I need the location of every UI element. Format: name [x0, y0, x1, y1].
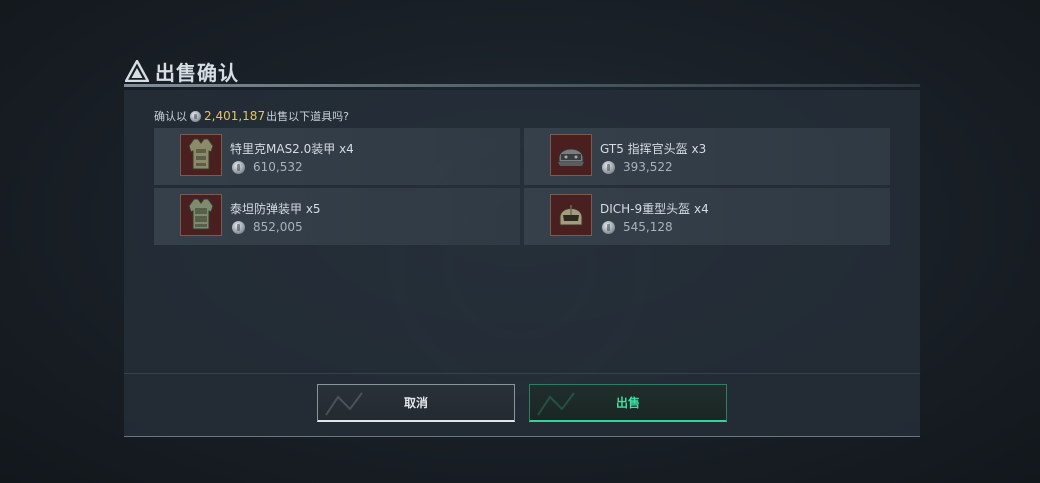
- total-amount: 2,401,187: [204, 109, 266, 123]
- heavy-helmet-icon: [559, 205, 583, 226]
- sell-button[interactable]: 出售: [529, 384, 727, 422]
- coin-icon: [190, 110, 201, 122]
- item-thumbnail: [550, 134, 592, 176]
- item-price: 852,005: [253, 220, 303, 234]
- armor-vest-icon: [188, 198, 214, 230]
- button-decoration: [325, 392, 363, 416]
- warning-triangle-icon: [125, 60, 149, 82]
- item-price: 393,522: [623, 160, 673, 174]
- confirm-prompt: 确认以 2,401,187 出售以下道具吗?: [154, 108, 349, 124]
- prompt-prefix: 确认以: [154, 110, 187, 123]
- dialog-title: 出售确认: [125, 56, 239, 86]
- item-card: GT5 指挥官头盔 x3 393,522: [524, 128, 890, 185]
- sell-button-label: 出售: [615, 396, 640, 410]
- item-thumbnail: [180, 194, 222, 236]
- button-decoration: [537, 392, 575, 416]
- item-price-row: 393,522: [602, 160, 673, 174]
- prompt-suffix: 出售以下道具吗?: [266, 110, 349, 123]
- coin-icon: [602, 220, 615, 234]
- item-card: 泰坦防弹装甲 x5 852,005: [154, 188, 520, 245]
- cancel-button[interactable]: 取消: [317, 384, 515, 422]
- title-underline: [124, 84, 920, 87]
- coin-icon: [232, 160, 245, 174]
- item-name: 泰坦防弹装甲 x5: [230, 202, 321, 216]
- dialog-title-text: 出售确认: [155, 60, 239, 85]
- item-name: GT5 指挥官头盔 x3: [600, 142, 707, 156]
- item-card: 特里克MAS2.0装甲 x4 610,532: [154, 128, 520, 185]
- sell-confirm-dialog: 确认以 2,401,187 出售以下道具吗? 特里克MAS2.0装甲 x4 61…: [124, 90, 920, 437]
- footer-separator: [124, 373, 920, 374]
- item-price-row: 610,532: [232, 160, 303, 174]
- item-price-row: 545,128: [602, 220, 673, 234]
- item-price: 610,532: [253, 160, 303, 174]
- item-price-row: 852,005: [232, 220, 303, 234]
- coin-icon: [602, 160, 615, 174]
- item-thumbnail: [180, 134, 222, 176]
- item-name: 特里克MAS2.0装甲 x4: [230, 142, 354, 156]
- item-name: DICH-9重型头盔 x4: [600, 202, 709, 216]
- cancel-button-label: 取消: [403, 396, 428, 410]
- commander-helmet-icon: [558, 148, 584, 166]
- item-card: DICH-9重型头盔 x4 545,128: [524, 188, 890, 245]
- items-list: 特里克MAS2.0装甲 x4 610,532 GT5 指挥官头盔 x3 393,…: [154, 128, 890, 245]
- armor-vest-icon: [188, 138, 214, 170]
- coin-icon: [232, 220, 245, 234]
- item-thumbnail: [550, 194, 592, 236]
- item-price: 545,128: [623, 220, 673, 234]
